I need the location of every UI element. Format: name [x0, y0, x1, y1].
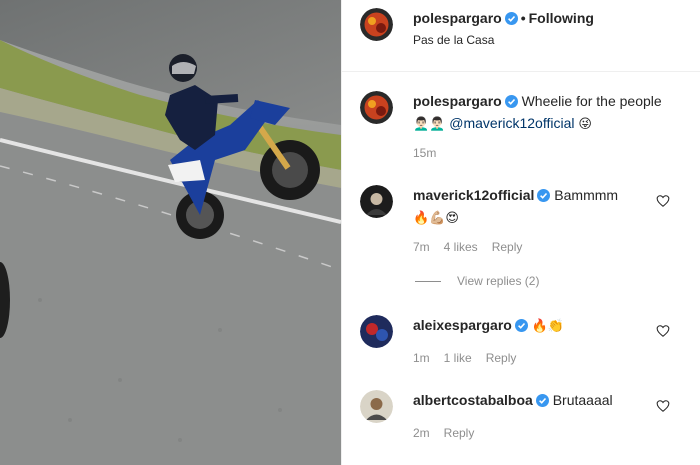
instagram-post: polespargaro • Following Pas de la Casa po…: [0, 0, 700, 465]
divider-line: [415, 281, 441, 283]
caption-meta: 15m: [413, 146, 450, 160]
header-separator: •: [520, 10, 526, 26]
verified-badge-icon: [537, 187, 551, 207]
caption-mention[interactable]: @maverick12official: [449, 115, 574, 131]
verified-badge-icon: [535, 392, 549, 412]
post-photo[interactable]: [0, 0, 341, 465]
comment-likes[interactable]: 4 likes: [444, 240, 478, 254]
header-username[interactable]: polespargaro: [413, 10, 502, 26]
caption-time[interactable]: 15m: [413, 146, 436, 160]
comments-list: polespargaro Wheelie for the people 👨🏻‍🦱…: [342, 72, 700, 465]
wheelie-photo: [0, 0, 341, 465]
verified-badge-icon: [504, 93, 518, 113]
comment-likes[interactable]: 1 like: [444, 351, 472, 365]
post-header: polespargaro • Following Pas de la Casa: [342, 0, 700, 72]
avatar-image: [360, 390, 393, 423]
reply-button[interactable]: Reply: [492, 240, 523, 254]
comment-text: maverick12official Bammmm 🔥💪🏼😍: [413, 185, 653, 229]
post-location[interactable]: Pas de la Casa: [413, 33, 494, 47]
comment-username[interactable]: maverick12official: [413, 187, 534, 203]
comment-avatar[interactable]: [360, 390, 393, 423]
comment-username[interactable]: albertcostabalboa: [413, 392, 533, 408]
caption-body: Wheelie for the people: [521, 93, 662, 109]
verified-badge-icon: [504, 12, 518, 28]
comment-text: aleixespargaro 🔥👏: [413, 315, 653, 337]
comment-text: albertcostabalboa Brutaaaal: [413, 390, 653, 412]
caption-text: polespargaro Wheelie for the people 👨🏻‍🦱…: [413, 91, 683, 135]
caption-avatar[interactable]: [360, 91, 393, 124]
view-replies-label: View replies (2): [457, 274, 540, 288]
following-button[interactable]: Following: [529, 10, 594, 26]
comment-emoji: 🔥💪🏼😍: [413, 211, 459, 226]
header-user-row: polespargaro • Following: [413, 10, 594, 28]
heart-icon[interactable]: [656, 324, 670, 338]
comment-username[interactable]: aleixespargaro: [413, 317, 512, 333]
comment-body: Bammmm: [554, 187, 619, 203]
comment-time[interactable]: 1m: [413, 351, 430, 365]
comment-emoji: 🔥👏: [531, 319, 565, 334]
verified-badge-icon: [514, 317, 528, 337]
caption-trailing-emoji: 😜: [578, 117, 592, 132]
comment-meta: 7m 4 likes Reply: [413, 240, 536, 254]
view-replies-button[interactable]: View replies (2): [415, 274, 539, 288]
heart-icon[interactable]: [656, 194, 670, 208]
avatar-image: [360, 185, 393, 218]
avatar-image: [360, 8, 393, 41]
comment-meta: 2m Reply: [413, 426, 488, 440]
comment-avatar[interactable]: [360, 315, 393, 348]
caption-username[interactable]: polespargaro: [413, 93, 502, 109]
comment-time[interactable]: 2m: [413, 426, 430, 440]
avatar-image: [360, 315, 393, 348]
caption-emoji: 👨🏻‍🦱👨🏻‍🦱: [413, 117, 446, 132]
comment-meta: 1m 1 like Reply: [413, 351, 530, 365]
avatar-image: [360, 91, 393, 124]
comment-avatar[interactable]: [360, 185, 393, 218]
reply-button[interactable]: Reply: [444, 426, 475, 440]
post-sidebar: polespargaro • Following Pas de la Casa po…: [341, 0, 700, 465]
reply-button[interactable]: Reply: [486, 351, 517, 365]
comment-time[interactable]: 7m: [413, 240, 430, 254]
avatar[interactable]: [360, 8, 393, 41]
comment-body: Brutaaaal: [552, 392, 613, 408]
heart-icon[interactable]: [656, 399, 670, 413]
